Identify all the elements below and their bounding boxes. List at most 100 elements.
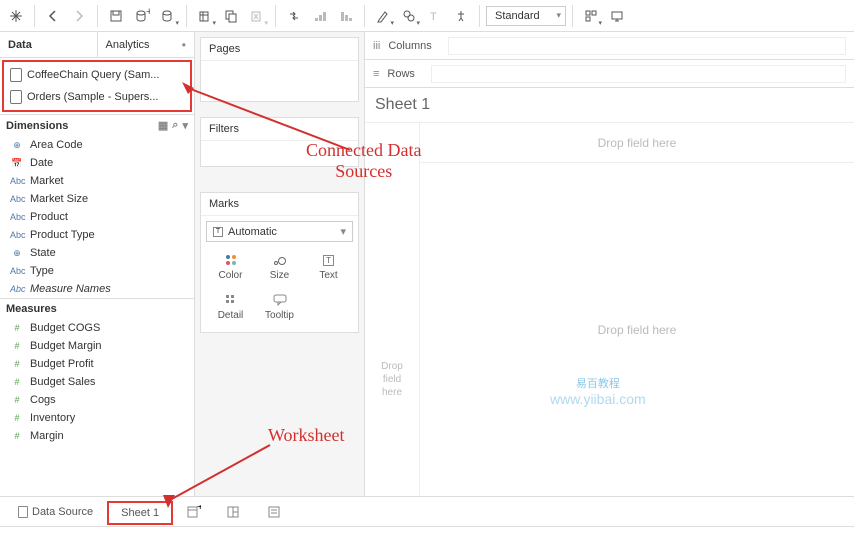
- dimension-field[interactable]: AbcMarket Size: [0, 190, 194, 208]
- sheet1-tab[interactable]: Sheet 1: [107, 501, 173, 525]
- new-dashboard-tab-icon[interactable]: [215, 501, 253, 523]
- main-area: Data Analytics• CoffeeChain Query (Sam..…: [0, 32, 854, 496]
- measure-field[interactable]: #Budget Profit: [0, 355, 194, 373]
- pages-card: Pages: [200, 37, 359, 102]
- field-type-icon: #: [10, 341, 24, 351]
- main-toolbar: + ▾ ▾ ▾ ▾ ▾ T Standard ▾: [0, 0, 854, 32]
- rows-shelf[interactable]: ≡ Rows: [365, 60, 854, 88]
- clear-icon[interactable]: ▾: [245, 4, 269, 28]
- sheet-title[interactable]: Sheet 1: [365, 88, 854, 123]
- filters-card: Filters: [200, 117, 359, 167]
- dimension-field[interactable]: AbcType: [0, 262, 194, 280]
- row-drop-zone[interactable]: Drop field here: [365, 123, 420, 496]
- filters-drop[interactable]: [201, 141, 358, 166]
- dimensions-header: Dimensions ▦⌕▾: [0, 114, 194, 136]
- field-type-icon: Abc: [10, 194, 24, 204]
- svg-text:T: T: [430, 11, 437, 23]
- measure-field[interactable]: #Margin: [0, 427, 194, 445]
- rows-icon: ≡: [373, 68, 379, 80]
- measure-field[interactable]: #Cogs: [0, 391, 194, 409]
- field-type-icon: #: [10, 359, 24, 369]
- dimension-field[interactable]: ⊕Area Code: [0, 136, 194, 154]
- swap-icon[interactable]: [282, 4, 306, 28]
- bottom-tabs: Data Source Sheet 1 +: [0, 496, 854, 526]
- pages-label: Pages: [201, 38, 358, 61]
- field-type-icon: #: [10, 323, 24, 333]
- new-story-tab-icon[interactable]: [255, 501, 293, 523]
- marks-label: Marks: [201, 193, 358, 216]
- database-icon: [10, 68, 22, 82]
- dimension-field[interactable]: AbcProduct: [0, 208, 194, 226]
- search-icon[interactable]: ⌕: [172, 119, 178, 132]
- datasource-item[interactable]: Orders (Sample - Supers...: [4, 86, 190, 108]
- view-icon[interactable]: ▦: [158, 119, 168, 132]
- dimensions-list: ⊕Area Code📅DateAbcMarketAbcMarket SizeAb…: [0, 136, 194, 298]
- watermark: 易百教程 www.yiibai.com: [550, 375, 646, 407]
- field-type-icon: #: [10, 395, 24, 405]
- measures-header: Measures: [0, 298, 194, 319]
- col-drop-zone[interactable]: Drop field here: [420, 123, 854, 163]
- database-icon: [10, 90, 22, 104]
- measure-field[interactable]: #Budget Margin: [0, 337, 194, 355]
- save-icon[interactable]: [104, 4, 128, 28]
- marks-color[interactable]: Color: [206, 247, 255, 287]
- field-type-icon: Abc: [10, 284, 24, 294]
- marks-type-dropdown[interactable]: T Automatic ▾: [206, 221, 353, 242]
- columns-shelf[interactable]: iii Columns: [365, 32, 854, 60]
- field-type-icon: Abc: [10, 230, 24, 240]
- svg-text:+: +: [197, 505, 201, 513]
- dimension-field[interactable]: AbcMarket: [0, 172, 194, 190]
- field-type-icon: #: [10, 413, 24, 423]
- datasources-list: CoffeeChain Query (Sam... Orders (Sample…: [2, 60, 192, 112]
- marks-text[interactable]: T Text: [304, 247, 353, 287]
- dimension-field[interactable]: AbcProduct Type: [0, 226, 194, 244]
- side-panel: Data Analytics• CoffeeChain Query (Sam..…: [0, 32, 195, 496]
- group-icon[interactable]: ▾: [397, 4, 421, 28]
- highlight-icon[interactable]: ▾: [371, 4, 395, 28]
- field-type-icon: 📅: [10, 158, 24, 169]
- field-type-icon: ⊕: [10, 140, 24, 151]
- refresh-datasource-icon[interactable]: ▾: [156, 4, 180, 28]
- measure-field[interactable]: #Budget Sales: [0, 373, 194, 391]
- datasource-tab[interactable]: Data Source: [6, 502, 105, 522]
- presentation-icon[interactable]: [605, 4, 629, 28]
- main-drop-zone[interactable]: Drop field here: [420, 163, 854, 496]
- menu-dropdown-icon[interactable]: ▾: [182, 119, 188, 132]
- dimension-field[interactable]: AbcMeasure Names: [0, 280, 194, 298]
- tab-analytics[interactable]: Analytics•: [97, 32, 195, 57]
- tab-data[interactable]: Data: [0, 32, 97, 57]
- filters-label: Filters: [201, 118, 358, 141]
- pages-drop[interactable]: [201, 61, 358, 101]
- dimension-field[interactable]: 📅Date: [0, 154, 194, 172]
- automatic-icon: T: [213, 227, 223, 237]
- datasource-item[interactable]: CoffeeChain Query (Sam...: [4, 64, 190, 86]
- forward-icon[interactable]: [67, 4, 91, 28]
- new-worksheet-icon[interactable]: ▾: [193, 4, 217, 28]
- measure-field[interactable]: #Inventory: [0, 409, 194, 427]
- field-type-icon: Abc: [10, 212, 24, 222]
- svg-text:+: +: [146, 8, 150, 18]
- new-datasource-icon[interactable]: +: [130, 4, 154, 28]
- tooltip-icon: [272, 293, 288, 307]
- detail-icon: [223, 293, 239, 307]
- marks-size[interactable]: Size: [255, 247, 304, 287]
- marks-detail[interactable]: Detail: [206, 287, 255, 327]
- field-type-icon: #: [10, 431, 24, 441]
- marks-tooltip[interactable]: Tooltip: [255, 287, 304, 327]
- new-worksheet-tab-icon[interactable]: +: [175, 501, 213, 523]
- datasource-tab-icon: [18, 506, 28, 518]
- tableau-logo-icon[interactable]: [4, 4, 28, 28]
- dimension-field[interactable]: ⊕State: [0, 244, 194, 262]
- pin-icon[interactable]: [449, 4, 473, 28]
- cards-column: Pages Filters Marks T Automatic ▾ Color: [195, 32, 365, 496]
- label-icon[interactable]: T: [423, 4, 447, 28]
- sort-asc-icon[interactable]: [308, 4, 332, 28]
- measure-field[interactable]: #Budget COGS: [0, 319, 194, 337]
- show-me-icon[interactable]: ▾: [579, 4, 603, 28]
- size-icon: [272, 253, 288, 267]
- duplicate-icon[interactable]: [219, 4, 243, 28]
- field-type-icon: Abc: [10, 176, 24, 186]
- fit-dropdown[interactable]: Standard: [486, 6, 566, 26]
- sort-desc-icon[interactable]: [334, 4, 358, 28]
- back-icon[interactable]: [41, 4, 65, 28]
